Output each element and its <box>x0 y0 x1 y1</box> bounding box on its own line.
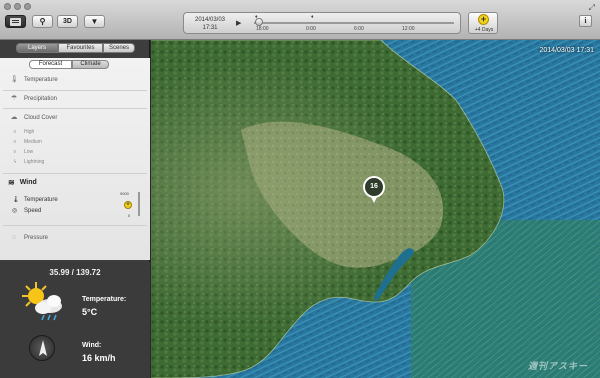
thermometer-icon: 🌡 <box>10 76 19 83</box>
location-pin-tail <box>371 197 377 203</box>
minimize-window-button[interactable] <box>14 3 21 10</box>
layer-precipitation[interactable]: ☂ Precipitation <box>0 95 150 103</box>
timeline-tick: 12:00 <box>402 26 415 32</box>
close-window-button[interactable] <box>4 3 11 10</box>
tab-favourites[interactable]: Favourites <box>58 43 103 53</box>
cloud-sub-low[interactable]: ≡ Low <box>0 149 34 155</box>
coordinates: 35.99 / 139.72 <box>49 268 101 277</box>
cloud-medium-icon: ≡ <box>13 139 17 145</box>
altitude-top-label: 9000 <box>120 191 129 196</box>
divider <box>3 108 147 109</box>
plus-icon: + <box>478 14 489 25</box>
layer-temperature[interactable]: 🌡 Temperature <box>0 76 150 84</box>
timeline-marker-icon: ♦ <box>311 14 314 20</box>
timeline-tick: 6:00 <box>354 26 364 32</box>
temperature-label: Temperature: <box>82 296 127 303</box>
divider <box>3 90 147 91</box>
3d-button[interactable]: 3D <box>57 15 78 28</box>
torch-button[interactable]: ▼ <box>84 15 105 28</box>
wind-value: 16 km/h <box>82 353 116 363</box>
lightning-icon: ϟ <box>13 159 17 165</box>
list-view-icon <box>10 17 21 26</box>
cloud-icon: ☁ <box>10 114 18 121</box>
timeline-time: 17:31 <box>202 25 218 31</box>
toolbar: ⤢ ⚲ 3D ▼ 2014/03/03 17:31 ▶ ♦ ♦ 18:00 0:… <box>0 0 600 40</box>
wind-sub-temperature[interactable]: 🌡 Temperature <box>0 196 58 204</box>
zoom-window-button[interactable] <box>24 3 31 10</box>
wind-direction-arrow-icon <box>39 340 47 356</box>
plus-days-label: +4 Days <box>474 27 494 33</box>
wind-icon: ≋ <box>8 178 15 187</box>
weather-map[interactable]: 2014/03/03 17:31 16 週刊アスキー <box>151 40 600 378</box>
cloud-high-icon: ≡ <box>13 129 17 135</box>
rain-icon: ☂ <box>10 95 18 102</box>
timeline-track[interactable] <box>254 22 454 24</box>
map-background <box>151 40 600 378</box>
map-timestamp: 2014/03/03 17:31 <box>539 47 595 54</box>
cloud-sub-high[interactable]: ≡ High <box>0 129 35 135</box>
weather-panel: 35.99 / 139.72 Temperature: 5°C Wind: 16… <box>0 262 150 378</box>
temperature-value: 5°C <box>82 307 98 317</box>
layer-pressure[interactable]: ◌ Pressure <box>0 234 150 242</box>
tab-climate[interactable]: Climate <box>72 60 109 69</box>
divider <box>3 173 147 174</box>
wind-sub-speed[interactable]: ◎ Speed <box>0 207 41 215</box>
timeline-tick: 18:00 <box>256 26 269 32</box>
timeline-datetime: 2014/03/03 17:31 <box>190 16 230 32</box>
watermark: 週刊アスキー <box>527 361 588 371</box>
altitude-bottom-label: 0 <box>128 213 131 218</box>
speed-icon: ◎ <box>12 208 18 214</box>
wind-label: Wind: <box>82 342 102 349</box>
timeline-bar: 2014/03/03 17:31 ▶ ♦ ♦ 18:00 0:00 6:00 1… <box>183 12 461 34</box>
sidebar: Layers Favourites Scenes Forecast Climat… <box>0 40 150 378</box>
pin-icon: ⚲ <box>39 17 46 26</box>
altitude-plus-icon[interactable]: + <box>124 201 132 209</box>
cloud-sub-lightning[interactable]: ϟ Lightning <box>0 159 45 165</box>
wind-compass <box>29 335 55 361</box>
mode-tabs: Forecast Climate <box>29 60 109 69</box>
play-icon[interactable]: ▶ <box>236 19 241 27</box>
layer-wind[interactable]: ≋ Wind <box>0 178 150 187</box>
timeline-date: 2014/03/03 <box>194 17 226 23</box>
divider <box>3 225 147 226</box>
info-button[interactable]: i <box>579 15 592 27</box>
list-view-button[interactable] <box>5 15 26 28</box>
pin-button[interactable]: ⚲ <box>32 15 53 28</box>
thermometer-small-icon: 🌡 <box>12 197 20 203</box>
location-pin[interactable]: 16 <box>363 176 385 198</box>
tab-forecast[interactable]: Forecast <box>29 60 72 69</box>
plus-days-button[interactable]: + +4 Days <box>468 12 498 34</box>
sun-cloud-rain-icon <box>22 282 62 321</box>
sidebar-tabs: Layers Favourites Scenes <box>16 43 135 53</box>
window-controls <box>4 3 31 10</box>
altitude-slider[interactable] <box>138 192 140 216</box>
cloud-low-icon: ≡ <box>13 149 17 155</box>
tab-layers[interactable]: Layers <box>16 43 58 53</box>
layers-panel: Forecast Climate 🌡 Temperature ☂ Precipi… <box>0 58 150 260</box>
timeline-marker-icon: ♦ <box>255 14 258 20</box>
timeline-tick: 0:00 <box>306 26 316 32</box>
fullscreen-icon[interactable]: ⤢ <box>589 3 595 13</box>
torch-icon: ▼ <box>90 17 99 26</box>
layer-cloud-cover[interactable]: ☁ Cloud Cover <box>0 114 150 122</box>
pressure-icon: ◌ <box>11 234 17 241</box>
tab-scenes[interactable]: Scenes <box>103 43 135 53</box>
cloud-sub-medium[interactable]: ≡ Medium <box>0 139 42 145</box>
